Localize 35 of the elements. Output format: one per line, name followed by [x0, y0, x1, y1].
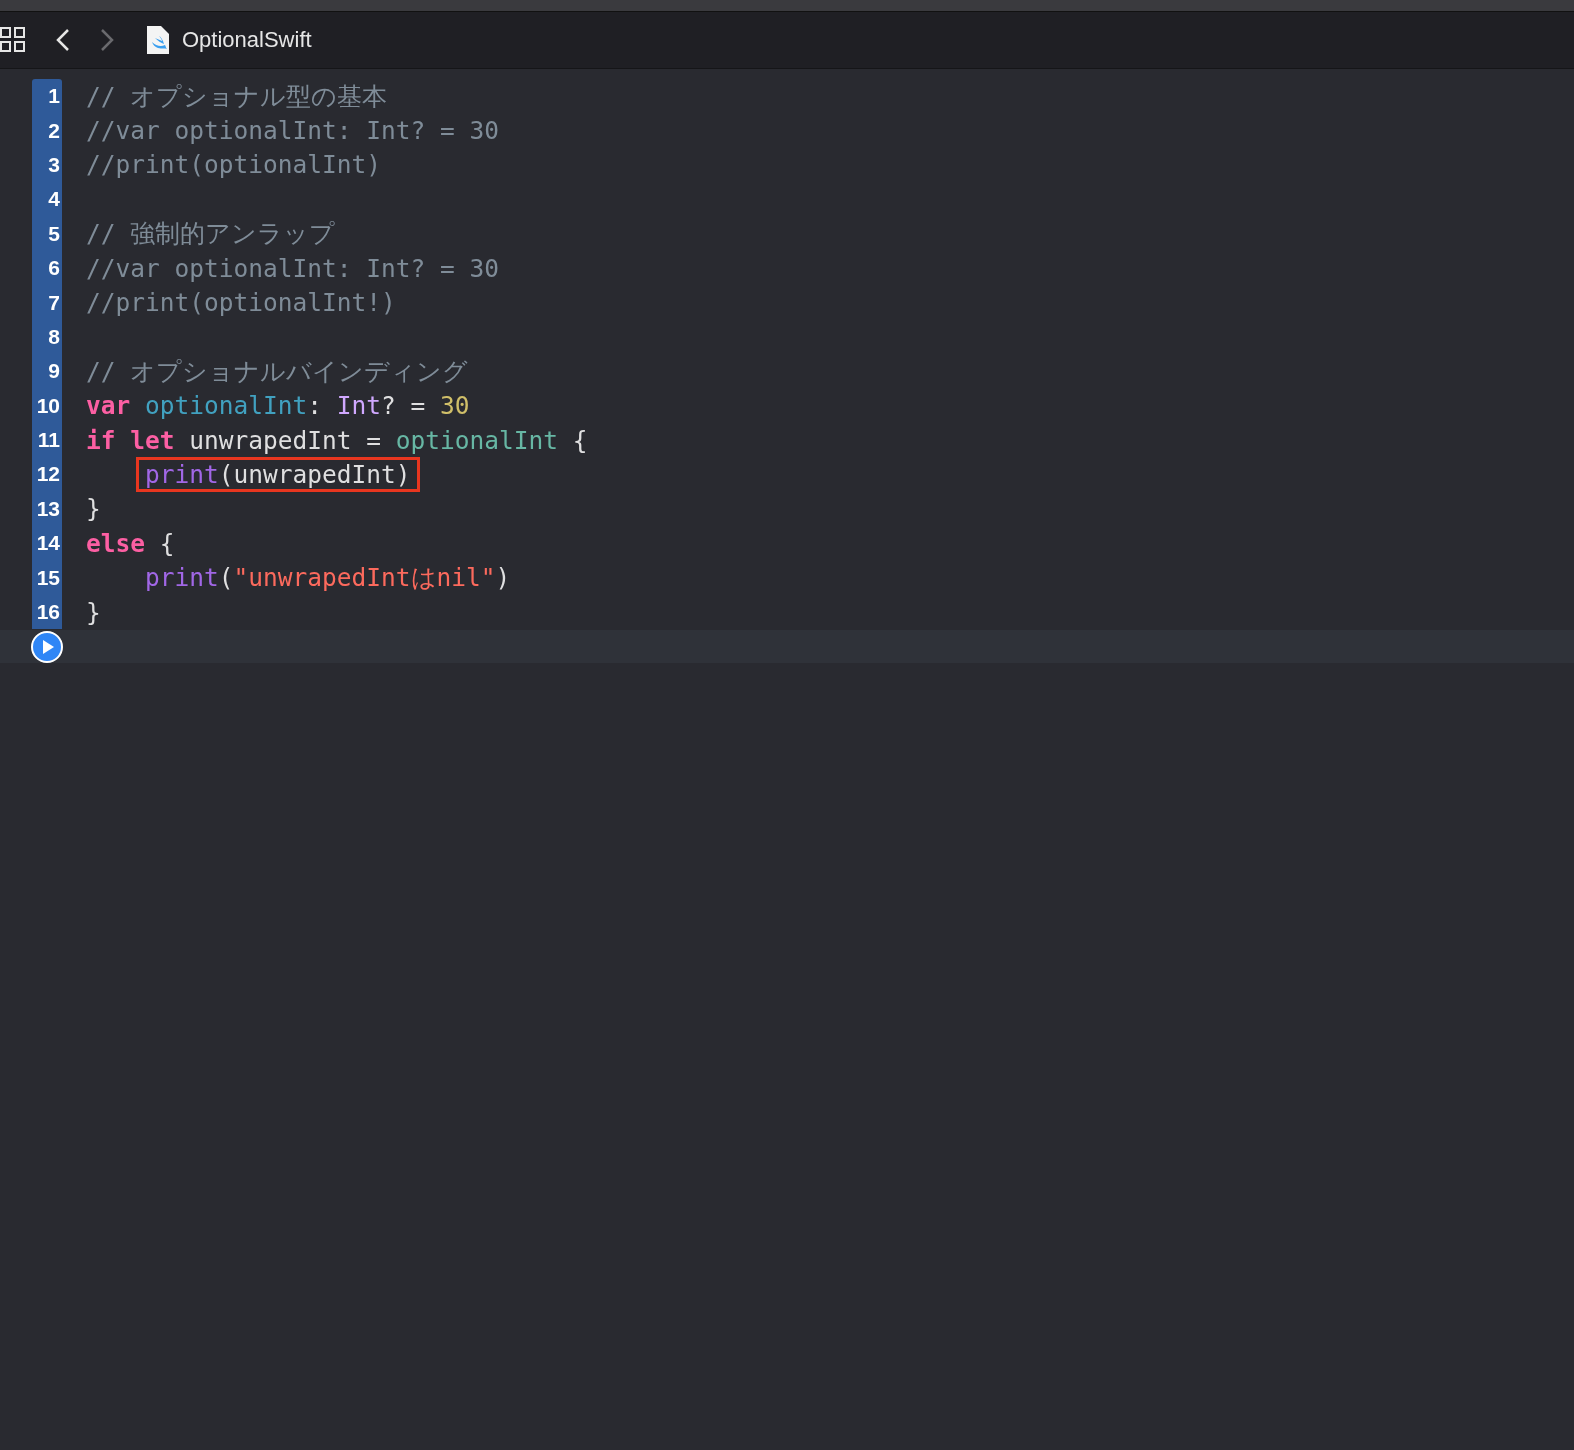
line-number: 16	[32, 594, 62, 630]
code-line: print("unwrapedIntはnil")	[145, 562, 511, 595]
line-number: 10	[32, 388, 62, 423]
line-number: 4	[32, 182, 62, 217]
grid-icon[interactable]	[0, 27, 26, 53]
code-line: // オプショナル型の基本	[86, 80, 388, 113]
line-number: 7	[32, 285, 62, 320]
code-line: }	[86, 494, 101, 524]
code-line: //var optionalInt: Int? = 30	[86, 253, 499, 283]
forward-icon[interactable]	[100, 28, 114, 52]
line-number: 9	[32, 354, 62, 389]
line-number: 15	[32, 560, 62, 595]
back-icon[interactable]	[56, 28, 70, 52]
code-line: if let unwrapedInt = optionalInt {	[86, 425, 588, 455]
run-button-icon[interactable]	[31, 630, 63, 663]
file-name[interactable]: OptionalSwift	[182, 27, 312, 53]
line-number: 2	[32, 113, 62, 148]
code-line: else {	[86, 528, 175, 558]
code-line: // 強制的アンラップ	[86, 218, 336, 251]
line-number: 11	[32, 422, 62, 458]
line-number: 12	[32, 457, 62, 492]
line-number: 1	[32, 79, 62, 114]
line-number: 6	[32, 250, 62, 286]
line-number: 13	[32, 491, 62, 527]
code-line: //print(optionalInt!)	[86, 288, 396, 318]
code-line: }	[86, 597, 101, 627]
code-line: //var optionalInt: Int? = 30	[86, 116, 499, 146]
code-line: var optionalInt: Int? = 30	[86, 391, 470, 421]
swift-file-icon	[146, 25, 170, 55]
line-number: 14	[32, 526, 62, 561]
code-line: // オプショナルバインディング	[86, 355, 469, 388]
line-number: 5	[32, 216, 62, 251]
code-line: //print(optionalInt)	[86, 150, 381, 180]
line-number: 8	[32, 319, 62, 355]
line-number: 3	[32, 147, 62, 183]
